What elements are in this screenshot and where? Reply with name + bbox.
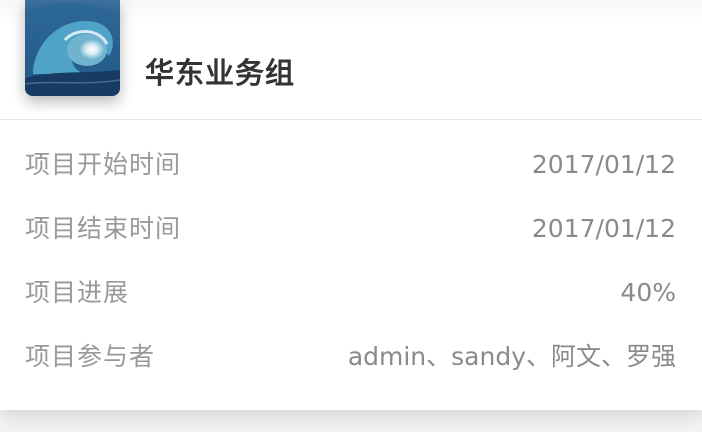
group-avatar xyxy=(25,0,120,96)
project-details: 项目开始时间 2017/01/12 项目结束时间 2017/01/12 项目进展… xyxy=(25,134,676,390)
group-title: 华东业务组 xyxy=(145,56,296,90)
detail-row-progress: 项目进展 40% xyxy=(25,262,676,326)
end-time-value: 2017/01/12 xyxy=(531,214,676,243)
ocean-wave-image xyxy=(25,0,120,96)
end-time-label: 项目结束时间 xyxy=(25,214,182,243)
start-time-label: 项目开始时间 xyxy=(25,150,182,179)
participants-label: 项目参与者 xyxy=(25,342,156,371)
project-card: 华东业务组 项目开始时间 2017/01/12 项目结束时间 2017/01/1… xyxy=(0,0,702,410)
detail-row-end-time: 项目结束时间 2017/01/12 xyxy=(25,198,676,262)
start-time-value: 2017/01/12 xyxy=(531,150,676,179)
card-header: 华东业务组 xyxy=(0,0,702,120)
progress-value: 40% xyxy=(620,278,676,307)
participants-value: admin、sandy、阿文、罗强 xyxy=(347,342,676,371)
detail-row-participants: 项目参与者 admin、sandy、阿文、罗强 xyxy=(25,326,676,390)
detail-row-start-time: 项目开始时间 2017/01/12 xyxy=(25,134,676,198)
progress-label: 项目进展 xyxy=(25,278,130,307)
